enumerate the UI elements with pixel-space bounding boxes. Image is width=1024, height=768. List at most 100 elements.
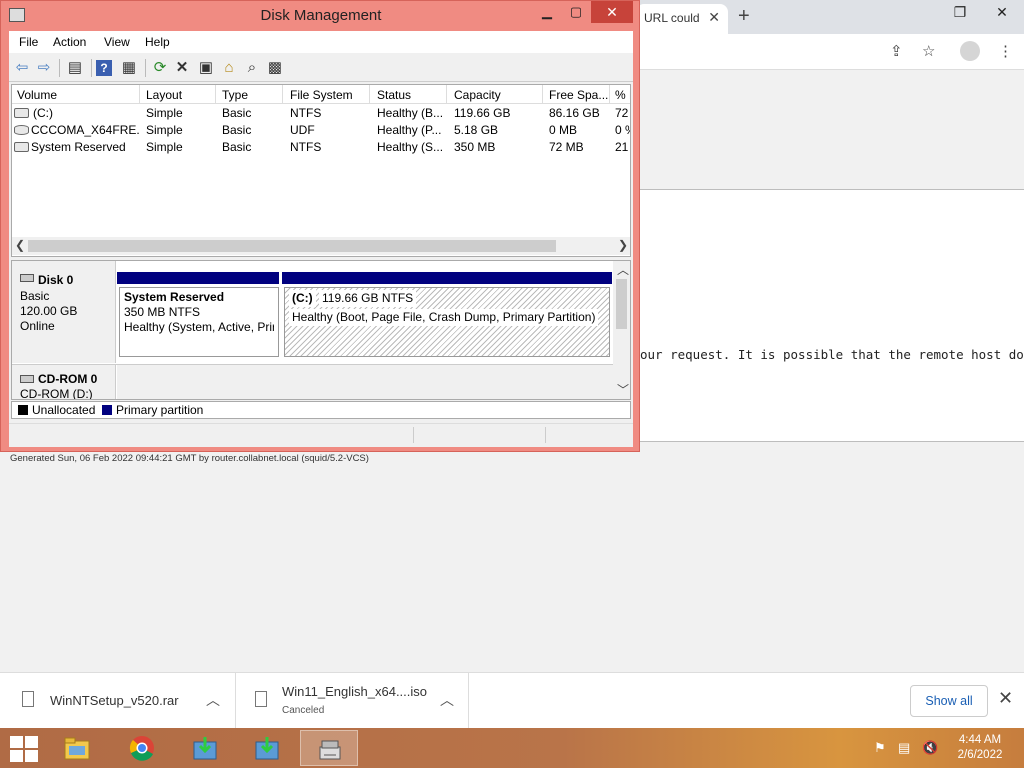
minimize-icon[interactable]: ▁ [533,1,561,23]
disk-management-window: Disk Management ▁ ▢ ✕ File Action View H… [0,0,640,452]
taskbar-chrome[interactable] [113,730,171,766]
disc-file-icon [255,691,267,707]
partition-size: 350 MB NTFS [124,305,201,319]
menu-file[interactable]: File [19,35,38,49]
new-tab-button[interactable]: + [738,5,750,28]
start-button[interactable] [8,734,40,762]
close-icon[interactable]: ✕ [591,1,633,23]
hard-disk-icon [20,274,34,282]
cell-volume: CCCOMA_X64FRE... [31,123,139,137]
legend-unallocated: Unallocated [32,403,96,417]
cell-status: Healthy (P... [377,123,442,137]
table-row[interactable]: System Reserved Simple Basic NTFS Health… [12,139,630,156]
volume-muted-icon[interactable]: 🔇 [922,740,938,756]
download-item[interactable]: Win11_English_x64....iso Canceled ︿ [237,673,469,729]
partition-system-reserved[interactable]: System Reserved 350 MB NTFS Healthy (Sys… [119,287,279,357]
chevron-up-icon[interactable]: ︿ [440,690,454,710]
clock-date: 2/6/2022 [957,749,1003,761]
disk-name: Disk 0 [38,273,74,287]
generated-footer: Generated Sun, 06 Feb 2022 09:44:21 GMT … [10,453,369,464]
disk-size: 120.00 GB [20,304,78,318]
menu-view[interactable]: View [104,35,130,49]
properties-icon[interactable]: ▣ [196,58,216,78]
bookmark-star-icon[interactable]: ☆ [922,42,935,60]
profile-avatar-icon[interactable] [960,41,980,61]
action-center-flag-icon[interactable]: ⚑ [874,740,886,756]
menu-help[interactable]: Help [145,35,170,49]
install-icon [255,737,279,760]
browser-close-icon[interactable]: ✕ [982,2,1022,24]
system-clock[interactable]: 4:44 AM 2/6/2022 [950,733,1010,763]
column-header-file-system[interactable]: File System [290,88,370,102]
network-icon[interactable]: ▤ [898,740,910,756]
legend: Unallocated Primary partition [11,401,631,419]
taskbar-installer-1[interactable] [176,730,234,766]
column-header-volume[interactable]: Volume [17,88,137,102]
partition-c-drive[interactable]: (C:) 119.66 GB NTFS Healthy (Boot, Page … [284,287,610,357]
cell-status: Healthy (B... [377,106,444,120]
column-header-percent-free[interactable]: % F [615,88,630,102]
disk-0-label[interactable]: Disk 0 Basic 120.00 GB Online [12,261,116,363]
window-title-bar[interactable]: Disk Management ▁ ▢ ✕ [1,1,641,31]
cell-capacity: 5.18 GB [454,123,499,137]
legend-swatch-primary [102,405,112,415]
vertical-scrollbar[interactable]: ︿ ﹀ [613,261,630,399]
column-header-capacity[interactable]: Capacity [454,88,539,102]
browser-restore-icon[interactable]: ❐ [940,2,980,24]
download-item[interactable]: WinNTSetup_v520.rar ︿ [0,673,236,729]
column-header-type[interactable]: Type [222,88,282,102]
scrollbar-thumb[interactable] [616,279,627,329]
menu-action[interactable]: Action [53,35,86,49]
rescan-disks-icon[interactable]: ▩ [265,58,285,78]
browser-tab[interactable]: URL could ✕ [636,4,728,34]
toolbar: ⇦ ⇨ ▤ ? ▦ ⟳ ✕ ▣ ⌂ ⌕ ▩ [9,54,633,82]
scroll-left-icon[interactable]: ❮ [15,238,25,252]
taskbar: ⚑ ▤ 🔇 4:44 AM 2/6/2022 [0,728,1024,768]
taskbar-file-explorer[interactable] [48,730,106,766]
back-arrow-icon[interactable]: ⇦ [12,58,32,78]
clock-time: 4:44 AM [958,734,1002,746]
table-row[interactable]: CCCOMA_X64FRE... Simple Basic UDF Health… [12,122,630,139]
column-header-status[interactable]: Status [377,88,445,102]
search-icon[interactable]: ⌕ [242,58,262,78]
tab-close-icon[interactable]: ✕ [708,9,720,26]
drive-icon [14,142,29,152]
scroll-down-icon[interactable]: ﹀ [617,381,629,398]
cell-file-system: NTFS [290,140,322,154]
cell-volume: System Reserved [31,140,126,154]
taskbar-installer-2[interactable] [238,730,296,766]
scrollbar-thumb[interactable] [28,240,556,252]
chevron-up-icon[interactable]: ︿ [206,690,220,710]
help-icon[interactable]: ? [96,60,112,76]
maximize-icon[interactable]: ▢ [563,1,589,23]
scroll-up-icon[interactable]: ︿ [617,261,629,278]
column-header-layout[interactable]: Layout [146,88,216,102]
windows-logo-icon [10,736,23,748]
horizontal-scrollbar[interactable]: ❮ ❯ [12,237,630,255]
scroll-right-icon[interactable]: ❯ [618,238,628,252]
window-client-area: File Action View Help ⇦ ⇨ ▤ ? ▦ ⟳ ✕ ▣ ⌂ … [9,31,633,447]
error-message: our request. It is possible that the rem… [640,347,1024,362]
volume-list: Volume Layout Type File System Status Ca… [11,84,631,257]
disk-state: Online [20,319,55,333]
show-all-button[interactable]: Show all [910,685,988,717]
delete-icon[interactable]: ✕ [172,58,192,78]
forward-arrow-icon[interactable]: ⇨ [34,58,54,78]
open-folder-icon[interactable]: ⌂ [219,58,239,78]
legend-swatch-unallocated [18,405,28,415]
share-icon[interactable]: ⇪ [890,42,903,60]
folder-icon [64,737,90,760]
table-row[interactable]: (C:) Simple Basic NTFS Healthy (B... 119… [12,105,630,122]
properties-list-icon[interactable]: ▦ [119,58,139,78]
cd-rom-icon [20,375,34,383]
close-icon[interactable]: ✕ [998,688,1013,709]
cdrom-drive: CD-ROM (D:) [20,387,93,400]
cdrom-0-label[interactable]: CD-ROM 0 CD-ROM (D:) [12,365,116,400]
show-hide-console-tree-icon[interactable]: ▤ [65,58,85,78]
column-header-free-space[interactable]: Free Spa... [549,88,609,102]
cell-type: Basic [222,140,252,154]
taskbar-disk-management[interactable] [300,730,358,766]
browser-menu-icon[interactable]: ⋮ [998,42,1013,60]
cell-percent-free: 0 % [615,123,630,137]
refresh-icon[interactable]: ⟳ [150,58,170,78]
